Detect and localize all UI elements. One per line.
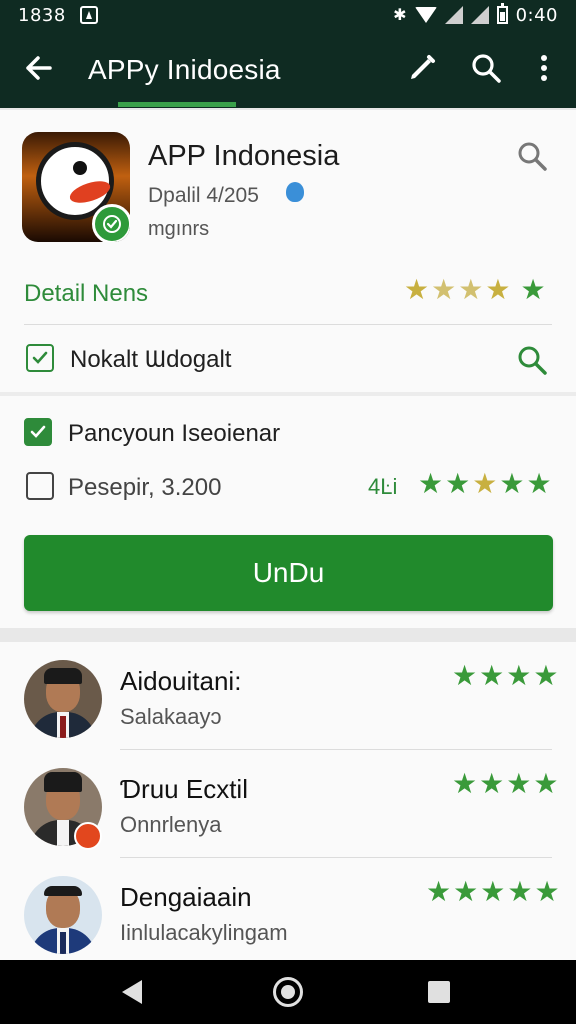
bird-beak bbox=[67, 176, 113, 208]
tab-indicator bbox=[118, 102, 236, 107]
review-stars: ★ ★ ★ ★ ★ bbox=[426, 878, 560, 906]
avatar-tie bbox=[60, 716, 66, 738]
star-icon: ★ bbox=[445, 468, 471, 499]
star-icon: ★ bbox=[506, 768, 532, 799]
star-icon: ★ bbox=[453, 876, 479, 907]
wifi-icon bbox=[414, 7, 437, 23]
review-stars: ★ ★ ★ ★ bbox=[452, 662, 558, 690]
star-icon: ★ bbox=[485, 274, 511, 305]
pen-icon[interactable] bbox=[404, 50, 440, 86]
app-title: APP Indonesia bbox=[148, 140, 340, 172]
star-icon: ★ bbox=[452, 660, 478, 691]
avatar bbox=[24, 876, 102, 954]
bluetooth-icon: ✱ bbox=[393, 7, 407, 24]
checkbox-unchecked[interactable] bbox=[26, 472, 54, 500]
reviewer-name: Ɗruu Ecxtil bbox=[120, 774, 248, 804]
rating-value: 4Ŀi bbox=[368, 474, 398, 499]
rating-stars: ★ ★ ★ ★ ★ bbox=[418, 470, 552, 498]
avatar-cap bbox=[44, 668, 82, 684]
nav-recent-icon[interactable] bbox=[428, 981, 450, 1003]
star-icon: ★ bbox=[506, 660, 532, 691]
star-icon: ★ bbox=[458, 274, 484, 305]
more-vert-icon[interactable] bbox=[526, 50, 562, 86]
star-icon: ★ bbox=[431, 274, 457, 305]
page-title: APPy Inidoesia bbox=[88, 54, 281, 85]
review-item[interactable]: Dengaiaain Iinlulacakylingam ★ ★ ★ ★ ★ bbox=[0, 858, 576, 966]
row-label-2: Pancyoun Iseoienar bbox=[68, 420, 281, 447]
verified-badge-icon bbox=[286, 182, 304, 202]
nav-back-icon[interactable] bbox=[122, 980, 142, 1004]
avatar-cap bbox=[44, 772, 82, 792]
review-item[interactable]: Ɗruu Ecxtil Onnrlenya ★ ★ ★ ★ bbox=[0, 750, 576, 858]
row-label-1: Nokalt Ɯdogalt bbox=[70, 346, 232, 373]
status-icons: ✱ 0:40 bbox=[393, 3, 558, 26]
star-icon: ★ bbox=[418, 468, 444, 499]
review-text: Onnrlenya bbox=[120, 812, 222, 837]
system-nav-bar bbox=[0, 960, 576, 1024]
notification-badge bbox=[74, 822, 102, 850]
bird-eye bbox=[73, 161, 87, 175]
battery-icon bbox=[496, 3, 508, 24]
search-icon[interactable] bbox=[514, 138, 550, 174]
star-icon: ★ bbox=[533, 768, 559, 799]
star-icon: ★ bbox=[520, 274, 546, 305]
status-bar: 1838 ✱ 0:40 bbox=[0, 0, 576, 30]
avatar bbox=[24, 660, 102, 738]
app-date: Dpalil 4/205 bbox=[148, 184, 259, 207]
detail-rating-stars: ★ ★ ★ ★ ★ bbox=[404, 276, 546, 304]
star-icon: ★ bbox=[480, 876, 506, 907]
signal-icon bbox=[444, 6, 463, 24]
section-separator bbox=[0, 392, 576, 396]
app-bar: APPy Inidoesia bbox=[0, 30, 576, 108]
review-text: Iinlulacakylingam bbox=[120, 920, 288, 945]
star-icon: ★ bbox=[404, 274, 430, 305]
check-circle-icon bbox=[92, 204, 130, 242]
avatar-hair bbox=[44, 886, 82, 896]
star-icon: ★ bbox=[534, 876, 560, 907]
app-subtitle: mgınrs bbox=[148, 218, 210, 240]
detail-label: Detail Nens bbox=[24, 280, 149, 307]
review-text: Salakaayɔ bbox=[120, 704, 222, 729]
star-icon: ★ bbox=[472, 468, 498, 499]
star-icon: ★ bbox=[499, 468, 525, 499]
search-icon[interactable] bbox=[468, 50, 504, 86]
avatar-shirt bbox=[57, 820, 69, 846]
reviews-list: Aidouitani: Salakaayɔ ★ ★ ★ ★ Ɗruu Ecxtil O… bbox=[0, 642, 576, 960]
star-icon: ★ bbox=[479, 660, 505, 691]
review-stars: ★ ★ ★ ★ bbox=[452, 770, 558, 798]
avatar-tie bbox=[60, 932, 66, 954]
checkbox-checked[interactable] bbox=[24, 418, 52, 446]
app-detail-card: APP Indonesia Dpalil 4/205 mgınrs Detail… bbox=[0, 110, 576, 628]
reviewer-name: Dengaiaain bbox=[120, 882, 252, 912]
checkbox-outline[interactable] bbox=[26, 344, 54, 372]
star-icon: ★ bbox=[479, 768, 505, 799]
review-item[interactable]: Aidouitani: Salakaayɔ ★ ★ ★ ★ bbox=[0, 642, 576, 750]
status-clock: 0:40 bbox=[515, 4, 558, 26]
star-icon: ★ bbox=[526, 468, 552, 499]
star-icon: ★ bbox=[533, 660, 559, 691]
reviewer-name: Aidouitani: bbox=[120, 666, 242, 696]
download-button[interactable]: UnDu bbox=[24, 535, 553, 611]
status-time: 1838 bbox=[18, 4, 66, 26]
app-icon bbox=[22, 132, 130, 242]
star-icon: ★ bbox=[426, 876, 452, 907]
search-icon[interactable] bbox=[514, 342, 550, 378]
row-label-3: Pesepir, 3.200 bbox=[68, 474, 222, 501]
divider bbox=[24, 324, 552, 325]
arrow-back-icon[interactable] bbox=[20, 50, 56, 86]
nav-home-icon[interactable] bbox=[273, 977, 303, 1007]
signal-icon-2 bbox=[470, 6, 489, 24]
star-icon: ★ bbox=[507, 876, 533, 907]
star-icon: ★ bbox=[452, 768, 478, 799]
notification-icon bbox=[79, 6, 98, 24]
